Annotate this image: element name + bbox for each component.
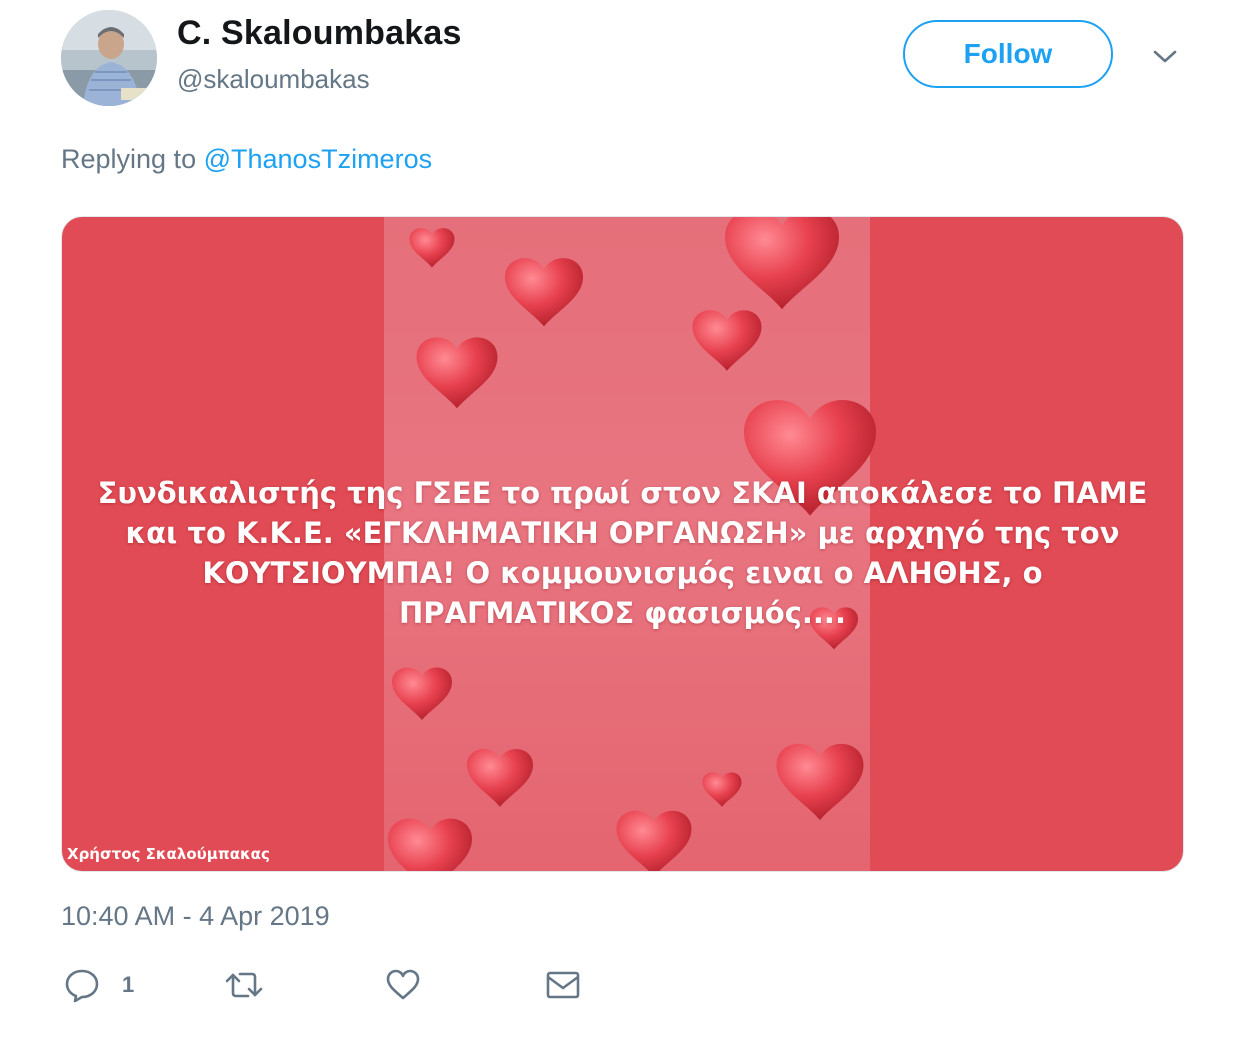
media-overlay-text: Συνδικαλιστής της ΓΣΕΕ το πρωί στον ΣΚΑΙ… — [62, 473, 1183, 633]
direct-message-button[interactable] — [545, 966, 581, 1004]
overlay-line: ΚΟΥΤΣΙΟΥΜΠΑ! Ο κομμουνισμός ειναι ο ΑΛΗΘ… — [202, 556, 1043, 590]
reply-mention-link[interactable]: @ThanosTzimeros — [204, 144, 432, 174]
retweet-button[interactable] — [224, 966, 264, 1004]
reply-context-prefix: Replying to — [61, 144, 197, 174]
author-handle[interactable]: @skaloumbakas — [177, 64, 370, 95]
overlay-line: ΠΡΑΓΜΑΤΙΚΟΣ φασισμός.... — [399, 596, 846, 630]
author-display-name[interactable]: C. Skaloumbakas — [177, 14, 462, 53]
avatar-photo — [61, 10, 157, 106]
tweet-timestamp[interactable]: 10:40 AM - 4 Apr 2019 — [61, 901, 330, 932]
reply-context: Replying to @ThanosTzimeros — [61, 144, 432, 175]
heart-icon — [386, 969, 420, 1000]
retweet-icon — [225, 972, 263, 998]
more-options-chevron-icon[interactable] — [1150, 44, 1180, 70]
reply-icon — [65, 969, 99, 1003]
reply-count: 1 — [122, 972, 135, 997]
reply-button[interactable]: 1 — [64, 966, 134, 1004]
envelope-icon — [546, 971, 580, 999]
author-avatar[interactable] — [61, 10, 157, 106]
media-watermark: Χρήστος Σκαλούμπακας — [67, 845, 270, 863]
follow-button[interactable]: Follow — [903, 20, 1113, 88]
like-button[interactable] — [385, 966, 421, 1004]
overlay-line: και το Κ.Κ.Ε. «ΕΓΚΛΗΜΑΤΙΚΗ ΟΡΓΑΝΩΣΗ» με … — [125, 516, 1120, 550]
tweet-media-image[interactable]: Συνδικαλιστής της ΓΣΕΕ το πρωί στον ΣΚΑΙ… — [62, 217, 1183, 871]
overlay-line: Συνδικαλιστής της ΓΣΕΕ το πρωί στον ΣΚΑΙ… — [97, 476, 1148, 510]
